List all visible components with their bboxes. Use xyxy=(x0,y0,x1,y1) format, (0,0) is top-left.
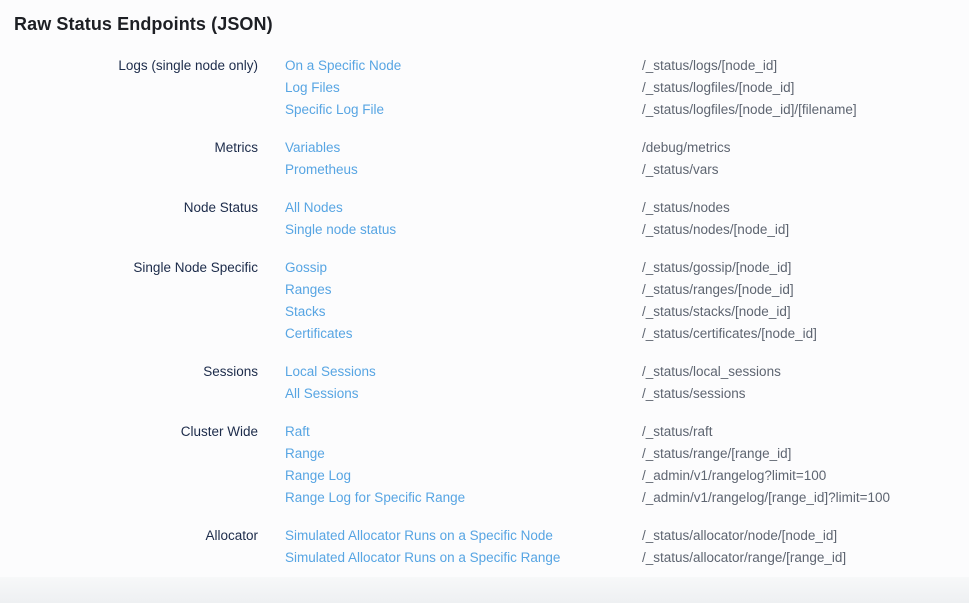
endpoint-links-column: All NodesSingle node status xyxy=(285,197,642,241)
category-label: Node Status xyxy=(14,197,258,219)
endpoint-path: /_status/local_sessions xyxy=(642,361,781,383)
endpoint-group: Cluster Wide RaftRangeRange LogRange Log … xyxy=(14,421,969,509)
endpoint-links-column: VariablesPrometheus xyxy=(285,137,642,181)
endpoint-group: Sessions Local SessionsAll Sessions/_stat… xyxy=(14,361,969,405)
endpoint-link[interactable]: Raft xyxy=(285,421,642,443)
endpoint-links-column: On a Specific NodeLog FilesSpecific Log … xyxy=(285,55,642,121)
endpoint-path: /_status/gossip/[node_id] xyxy=(642,257,817,279)
endpoint-path: /_status/nodes/[node_id] xyxy=(642,219,789,241)
category-label: Metrics xyxy=(14,137,258,159)
endpoint-path: /_status/nodes xyxy=(642,197,789,219)
footer-strip xyxy=(0,577,969,603)
endpoint-path: /_status/range/[range_id] xyxy=(642,443,890,465)
endpoint-path: /_admin/v1/rangelog?limit=100 xyxy=(642,465,890,487)
category-label: Cluster Wide xyxy=(14,421,258,443)
endpoint-paths-column: /_status/logs/[node_id]/_status/logfiles… xyxy=(642,55,857,121)
endpoint-link[interactable]: Range Log for Specific Range xyxy=(285,487,642,509)
endpoint-paths-column: /_status/gossip/[node_id]/_status/ranges… xyxy=(642,257,817,345)
endpoint-paths-column: /_status/raft/_status/range/[range_id]/_… xyxy=(642,421,890,509)
endpoint-link[interactable]: Range xyxy=(285,443,642,465)
endpoint-link[interactable]: Prometheus xyxy=(285,159,642,181)
endpoint-link[interactable]: Variables xyxy=(285,137,642,159)
endpoint-group: Single Node Specific GossipRangesStacksCe… xyxy=(14,257,969,345)
endpoint-group: Node Status All NodesSingle node status/_… xyxy=(14,197,969,241)
category-label: Sessions xyxy=(14,361,258,383)
endpoint-links-column: Simulated Allocator Runs on a Specific N… xyxy=(285,525,642,569)
category-label: Single Node Specific xyxy=(14,257,258,279)
endpoint-path: /_status/certificates/[node_id] xyxy=(642,323,817,345)
endpoint-link[interactable]: Certificates xyxy=(285,323,642,345)
endpoint-link[interactable]: All Sessions xyxy=(285,383,642,405)
endpoint-path: /_status/logs/[node_id] xyxy=(642,55,857,77)
endpoint-link[interactable]: Single node status xyxy=(285,219,642,241)
endpoint-paths-column: /_status/local_sessions/_status/sessions xyxy=(642,361,781,405)
endpoint-link[interactable]: Log Files xyxy=(285,77,642,99)
endpoint-link[interactable]: Ranges xyxy=(285,279,642,301)
endpoint-link[interactable]: Local Sessions xyxy=(285,361,642,383)
endpoint-link[interactable]: All Nodes xyxy=(285,197,642,219)
category-label: Logs (single node only) xyxy=(14,55,258,77)
endpoint-paths-column: /_status/allocator/node/[node_id]/_statu… xyxy=(642,525,846,569)
endpoint-paths-column: /debug/metrics/_status/vars xyxy=(642,137,731,181)
endpoint-link[interactable]: Specific Log File xyxy=(285,99,642,121)
endpoint-link[interactable]: Stacks xyxy=(285,301,642,323)
endpoint-link[interactable]: Gossip xyxy=(285,257,642,279)
endpoint-link[interactable]: Simulated Allocator Runs on a Specific N… xyxy=(285,525,642,547)
endpoint-links-column: Local SessionsAll Sessions xyxy=(285,361,642,405)
endpoint-link[interactable]: On a Specific Node xyxy=(285,55,642,77)
endpoint-group: Logs (single node only) On a Specific Nod… xyxy=(14,55,969,121)
endpoint-path: /_status/sessions xyxy=(642,383,781,405)
endpoint-path: /_status/ranges/[node_id] xyxy=(642,279,817,301)
endpoint-path: /_status/vars xyxy=(642,159,731,181)
endpoint-path: /_status/stacks/[node_id] xyxy=(642,301,817,323)
endpoint-path: /_status/logfiles/[node_id] xyxy=(642,77,857,99)
endpoint-group: Metrics VariablesPrometheus/debug/metrics… xyxy=(14,137,969,181)
endpoint-path: /_status/allocator/range/[range_id] xyxy=(642,547,846,569)
endpoint-path: /debug/metrics xyxy=(642,137,731,159)
endpoint-path: /_status/allocator/node/[node_id] xyxy=(642,525,846,547)
page-title: Raw Status Endpoints (JSON) xyxy=(14,13,969,35)
endpoint-links-column: RaftRangeRange LogRange Log for Specific… xyxy=(285,421,642,509)
raw-status-endpoints-page: Raw Status Endpoints (JSON) Logs (single… xyxy=(0,0,969,569)
endpoint-path: /_status/logfiles/[node_id]/[filename] xyxy=(642,99,857,121)
category-label: Allocator xyxy=(14,525,258,547)
endpoint-paths-column: /_status/nodes/_status/nodes/[node_id] xyxy=(642,197,789,241)
endpoint-links-column: GossipRangesStacksCertificates xyxy=(285,257,642,345)
endpoint-group: Allocator Simulated Allocator Runs on a S… xyxy=(14,525,969,569)
endpoint-table: Logs (single node only) On a Specific Nod… xyxy=(14,55,969,569)
endpoint-link[interactable]: Range Log xyxy=(285,465,642,487)
endpoint-link[interactable]: Simulated Allocator Runs on a Specific R… xyxy=(285,547,642,569)
endpoint-path: /_status/raft xyxy=(642,421,890,443)
endpoint-path: /_admin/v1/rangelog/[range_id]?limit=100 xyxy=(642,487,890,509)
